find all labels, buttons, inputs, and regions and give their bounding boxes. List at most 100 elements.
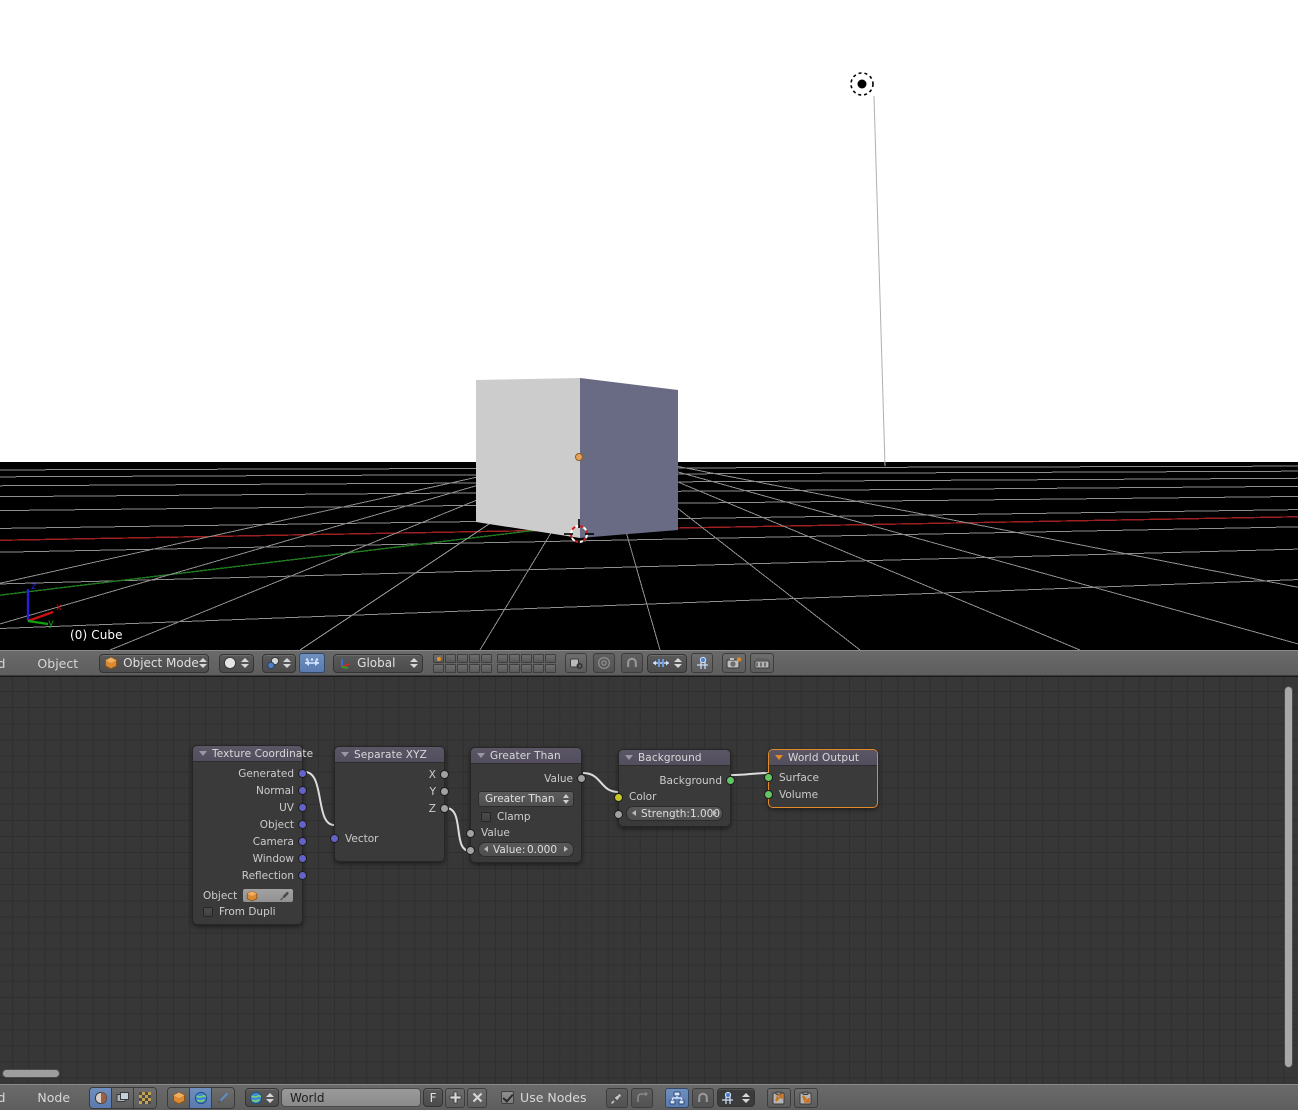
transform-orientation-dropdown[interactable]: Global bbox=[333, 653, 424, 673]
layer-cell[interactable] bbox=[481, 653, 493, 663]
world-shader-button[interactable] bbox=[190, 1087, 213, 1108]
increment-arrow-icon[interactable] bbox=[713, 810, 717, 816]
node-world-output[interactable]: World Output Surface Volume bbox=[764, 749, 878, 808]
socket-x[interactable] bbox=[440, 770, 449, 779]
collapse-triangle-icon[interactable] bbox=[775, 755, 783, 760]
proportional-edit-button[interactable] bbox=[593, 653, 616, 673]
node-texture-coordinate[interactable]: Texture Coordinate Generated Normal UV O… bbox=[192, 745, 313, 925]
menu-add[interactable]: ld bbox=[0, 1090, 14, 1105]
layer-block-2[interactable] bbox=[497, 653, 557, 673]
menu-object[interactable]: Object bbox=[28, 656, 87, 671]
socket-value-a[interactable] bbox=[466, 829, 475, 838]
object-field-row[interactable]: Object bbox=[193, 887, 302, 904]
collapse-triangle-icon[interactable] bbox=[477, 753, 485, 758]
object-shader-button[interactable] bbox=[168, 1087, 191, 1108]
layer-cell[interactable] bbox=[481, 663, 493, 673]
collapse-triangle-icon[interactable] bbox=[341, 752, 349, 757]
layer-cell[interactable] bbox=[457, 663, 469, 673]
pin-button[interactable] bbox=[605, 1087, 628, 1108]
math-operation-dropdown[interactable]: Greater Than bbox=[478, 791, 574, 807]
shader-nodetree-button[interactable] bbox=[90, 1087, 113, 1108]
layer-cell[interactable] bbox=[445, 663, 457, 673]
strength-field[interactable]: Strength: 1.000 bbox=[626, 806, 723, 821]
node-header[interactable]: Separate XYZ bbox=[335, 747, 444, 763]
socket-uv[interactable] bbox=[298, 803, 307, 812]
viewport-shading-dropdown[interactable] bbox=[219, 653, 255, 673]
decrement-arrow-icon[interactable] bbox=[484, 846, 488, 852]
node-tree-type-group[interactable] bbox=[89, 1086, 158, 1109]
decrement-arrow-icon[interactable] bbox=[632, 810, 636, 816]
socket-surface[interactable] bbox=[764, 773, 773, 782]
layer-cell[interactable] bbox=[445, 653, 457, 663]
clamp-checkbox[interactable] bbox=[481, 812, 491, 822]
layer-cell[interactable] bbox=[497, 663, 509, 673]
value-b-field[interactable]: Value: 0.000 bbox=[478, 842, 574, 857]
node-separate-xyz[interactable]: Separate XYZ X Y Z Vector bbox=[330, 746, 449, 862]
socket-object[interactable] bbox=[298, 820, 307, 829]
manipulator-toggle[interactable] bbox=[299, 653, 326, 673]
layer-cell[interactable] bbox=[545, 663, 557, 673]
layer-cell[interactable] bbox=[533, 663, 545, 673]
socket-normal[interactable] bbox=[298, 786, 307, 795]
datablock-type-dropdown[interactable] bbox=[245, 1088, 280, 1107]
brush-shader-button[interactable] bbox=[212, 1087, 235, 1108]
layer-cell[interactable] bbox=[457, 653, 469, 663]
layer-cell[interactable] bbox=[433, 663, 445, 673]
from-dupli-checkbox-row[interactable]: From Dupli bbox=[193, 904, 302, 920]
interaction-mode-dropdown[interactable]: Object Mode bbox=[99, 653, 210, 673]
use-nodes-checkbox[interactable] bbox=[501, 1091, 515, 1104]
shader-type-group[interactable] bbox=[167, 1086, 236, 1109]
node-background[interactable]: Background Background Color Strength: 1. bbox=[614, 749, 735, 827]
render-animation-button[interactable] bbox=[750, 653, 775, 673]
snap-toggle-button[interactable] bbox=[621, 653, 644, 673]
snap-target-button[interactable] bbox=[691, 653, 714, 673]
shader-node-editor[interactable]: Texture Coordinate Generated Normal UV O… bbox=[0, 677, 1298, 1084]
layer-cell[interactable] bbox=[521, 653, 533, 663]
layer-cell[interactable] bbox=[545, 653, 557, 663]
snap-node-element-dropdown[interactable] bbox=[716, 1088, 755, 1107]
menu-add[interactable]: ld bbox=[0, 656, 14, 671]
socket-camera[interactable] bbox=[298, 837, 307, 846]
socket-generated[interactable] bbox=[298, 769, 307, 778]
node-header[interactable]: Greater Than bbox=[471, 748, 581, 764]
layer-cell[interactable] bbox=[521, 663, 533, 673]
layer-block-1[interactable] bbox=[433, 653, 493, 673]
fake-user-button[interactable]: F bbox=[423, 1088, 444, 1107]
render-button[interactable] bbox=[722, 653, 747, 673]
3d-viewport[interactable]: z x y (0) Cube bbox=[0, 0, 1298, 650]
increment-arrow-icon[interactable] bbox=[564, 846, 568, 852]
paste-from-clipboard-button[interactable] bbox=[793, 1087, 818, 1108]
node-header[interactable]: Texture Coordinate bbox=[193, 746, 313, 762]
layer-cell[interactable] bbox=[433, 653, 445, 663]
snap-toggle-button[interactable] bbox=[691, 1087, 714, 1108]
layer-cell[interactable] bbox=[469, 653, 481, 663]
auto-offset-button[interactable] bbox=[664, 1087, 689, 1108]
clamp-checkbox-row[interactable]: Clamp bbox=[471, 809, 581, 825]
node-header[interactable]: World Output bbox=[769, 750, 877, 766]
node-math-greater-than[interactable]: Greater Than Value Greater Than Clamp Va… bbox=[466, 747, 586, 863]
pivot-point-dropdown[interactable] bbox=[262, 653, 297, 673]
scene-layers[interactable] bbox=[433, 653, 557, 673]
layer-cell[interactable] bbox=[469, 663, 481, 673]
layer-cell[interactable] bbox=[533, 653, 545, 663]
node-editor-header[interactable]: ld Node bbox=[0, 1084, 1298, 1110]
from-dupli-checkbox[interactable] bbox=[203, 907, 213, 917]
socket-reflection[interactable] bbox=[298, 871, 307, 880]
socket-strength-input[interactable] bbox=[614, 810, 623, 819]
collapse-triangle-icon[interactable] bbox=[199, 751, 207, 756]
new-datablock-button[interactable] bbox=[445, 1087, 466, 1108]
socket-color-input[interactable] bbox=[614, 793, 623, 802]
menu-node[interactable]: Node bbox=[28, 1090, 79, 1105]
socket-value-output[interactable] bbox=[577, 774, 586, 783]
node-header[interactable]: Background bbox=[619, 750, 730, 766]
node-editor-horizontal-scrollbar[interactable] bbox=[2, 1069, 60, 1078]
object-picker-input[interactable] bbox=[242, 888, 294, 903]
socket-y[interactable] bbox=[440, 787, 449, 796]
collapse-triangle-icon[interactable] bbox=[625, 755, 633, 760]
layer-cell[interactable] bbox=[509, 653, 521, 663]
viewport-header[interactable]: ld Object Object Mode bbox=[0, 650, 1298, 676]
copy-to-clipboard-button[interactable] bbox=[766, 1087, 791, 1108]
go-to-parent-button[interactable] bbox=[630, 1087, 653, 1108]
socket-value-b[interactable] bbox=[466, 846, 475, 855]
compositing-nodetree-button[interactable] bbox=[112, 1087, 135, 1108]
